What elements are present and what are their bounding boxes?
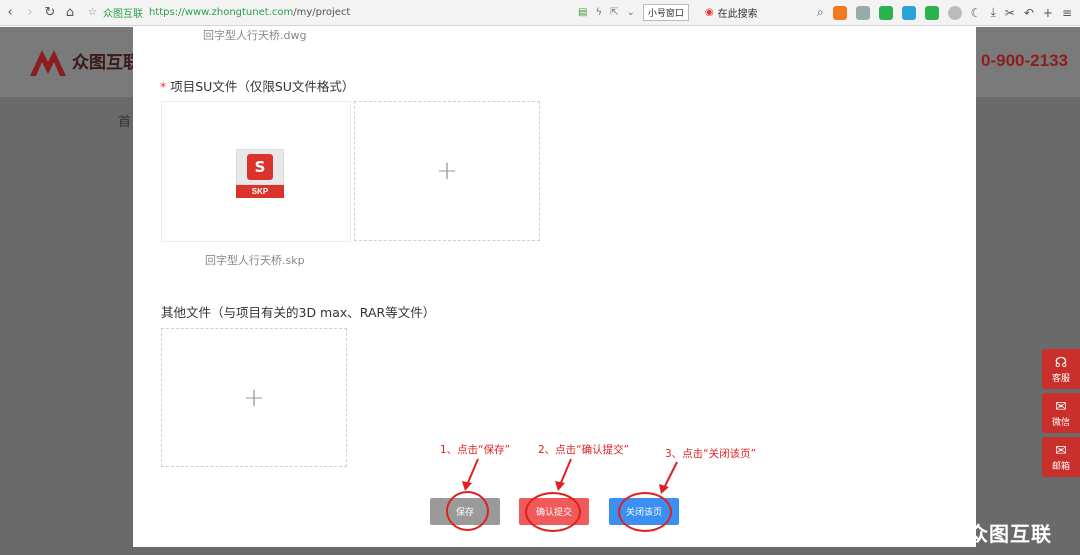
mail-icon: ✉ <box>1055 442 1067 459</box>
plus-icon: + <box>243 382 265 413</box>
search-icon[interactable]: ⌕ <box>817 5 824 20</box>
side-button-label: 微信 <box>1051 417 1070 428</box>
site-logo[interactable]: 众图互联 <box>28 42 140 78</box>
refresh-icon[interactable]: ↻ <box>40 3 60 23</box>
su-section-title-text: 项目SU文件（仅限SU文件格式） <box>170 79 355 94</box>
small-window-button[interactable]: 小号窗口 <box>642 4 689 21</box>
app-icon[interactable] <box>947 5 962 20</box>
screenshot-icon[interactable] <box>901 5 916 20</box>
headset-icon: ☊ <box>1054 354 1068 371</box>
required-mark: * <box>160 79 167 94</box>
phone-number: 0-900-2133 <box>981 51 1068 70</box>
su-file-caption: 回字型人行天桥.skp <box>205 254 305 267</box>
annotation-step1: 1、点击“保存” <box>440 444 511 456</box>
scissors-icon[interactable]: ✂ <box>1005 6 1015 20</box>
download-icon[interactable]: ⤓ <box>990 5 995 20</box>
site-name: 众图互联 <box>102 9 143 20</box>
chat-ext-icon[interactable] <box>924 5 939 20</box>
back-icon[interactable]: ‹ <box>0 3 20 23</box>
mail-button[interactable]: ✉ 邮箱 <box>1042 437 1080 477</box>
wechat-button[interactable]: ✉ 微信 <box>1042 393 1080 433</box>
annotation-step3: 3、点击“关闭该页” <box>665 448 757 460</box>
reader-icon[interactable]: ▤ <box>578 7 587 18</box>
su-add-file-button[interactable]: + <box>354 101 540 241</box>
game-icon[interactable] <box>832 5 847 20</box>
night-mode-icon[interactable]: ☾ <box>971 6 982 20</box>
bolt-icon[interactable]: ϟ <box>595 7 602 18</box>
highlight-ring <box>618 492 672 532</box>
upload-modal: 回字型人行天桥.dwg * 项目SU文件（仅限SU文件格式） S SKP + 回字… <box>133 27 976 547</box>
file-type-badge: SKP <box>236 185 284 198</box>
side-button-label: 邮箱 <box>1051 461 1070 472</box>
arrow-icon <box>462 458 479 491</box>
search-engine-icon: ◉ <box>704 7 714 18</box>
other-section-title: 其他文件（与项目有关的3D max、RAR等文件） <box>161 305 436 320</box>
home-icon[interactable]: ⌂ <box>60 3 80 23</box>
side-float-buttons: ☊ 客服 ✉ 微信 ✉ 邮箱 <box>1042 349 1080 481</box>
wechat-icon: ✉ <box>1055 398 1067 415</box>
browser-toolbar: ‹ › ↻ ⌂ ☆ 众图互联 https://www.zhongtunet.co… <box>0 0 1080 26</box>
annotation-step2: 2、点击“确认提交” <box>538 444 630 456</box>
nav-item-home[interactable]: 首 <box>118 111 131 130</box>
search-placeholder: 在此搜索 <box>717 9 758 20</box>
highlight-ring <box>525 492 581 532</box>
share-icon[interactable]: ⇱ <box>610 7 618 18</box>
chevron-down-icon[interactable]: ⌄ <box>626 7 634 18</box>
plus-icon: + <box>436 156 458 186</box>
menu-icon[interactable]: ≡ <box>1062 6 1072 20</box>
search-box[interactable]: ◉ 在此搜索 <box>705 5 758 20</box>
highlight-ring <box>446 491 489 531</box>
side-button-label: 客服 <box>1051 373 1070 384</box>
su-section-title: * 项目SU文件（仅限SU文件格式） <box>160 76 354 95</box>
cloud-icon[interactable] <box>855 5 870 20</box>
forward-icon[interactable]: › <box>20 3 40 23</box>
logo-mark-icon <box>30 50 66 76</box>
wechat-ext-icon[interactable] <box>878 5 893 20</box>
arrow-icon <box>555 458 572 491</box>
su-file-card[interactable]: S SKP <box>161 101 351 242</box>
other-add-file-button[interactable]: + <box>161 328 347 467</box>
address-bar[interactable]: ☆ 众图互联 https://www.zhongtunet.com/my/pro… <box>88 3 458 23</box>
plus-tab-icon[interactable]: + <box>1043 6 1053 20</box>
customer-service-button[interactable]: ☊ 客服 <box>1042 349 1080 389</box>
undo-icon[interactable]: ↶ <box>1024 6 1034 20</box>
prev-file-caption: 回字型人行天桥.dwg <box>203 29 307 42</box>
skp-file-icon: S SKP <box>236 149 284 198</box>
arrow-icon <box>659 461 678 494</box>
star-icon[interactable]: ☆ <box>88 7 97 18</box>
url-text: https://www.zhongtunet.com/my/project <box>148 7 351 18</box>
logo-text: 众图互联 <box>72 52 140 73</box>
